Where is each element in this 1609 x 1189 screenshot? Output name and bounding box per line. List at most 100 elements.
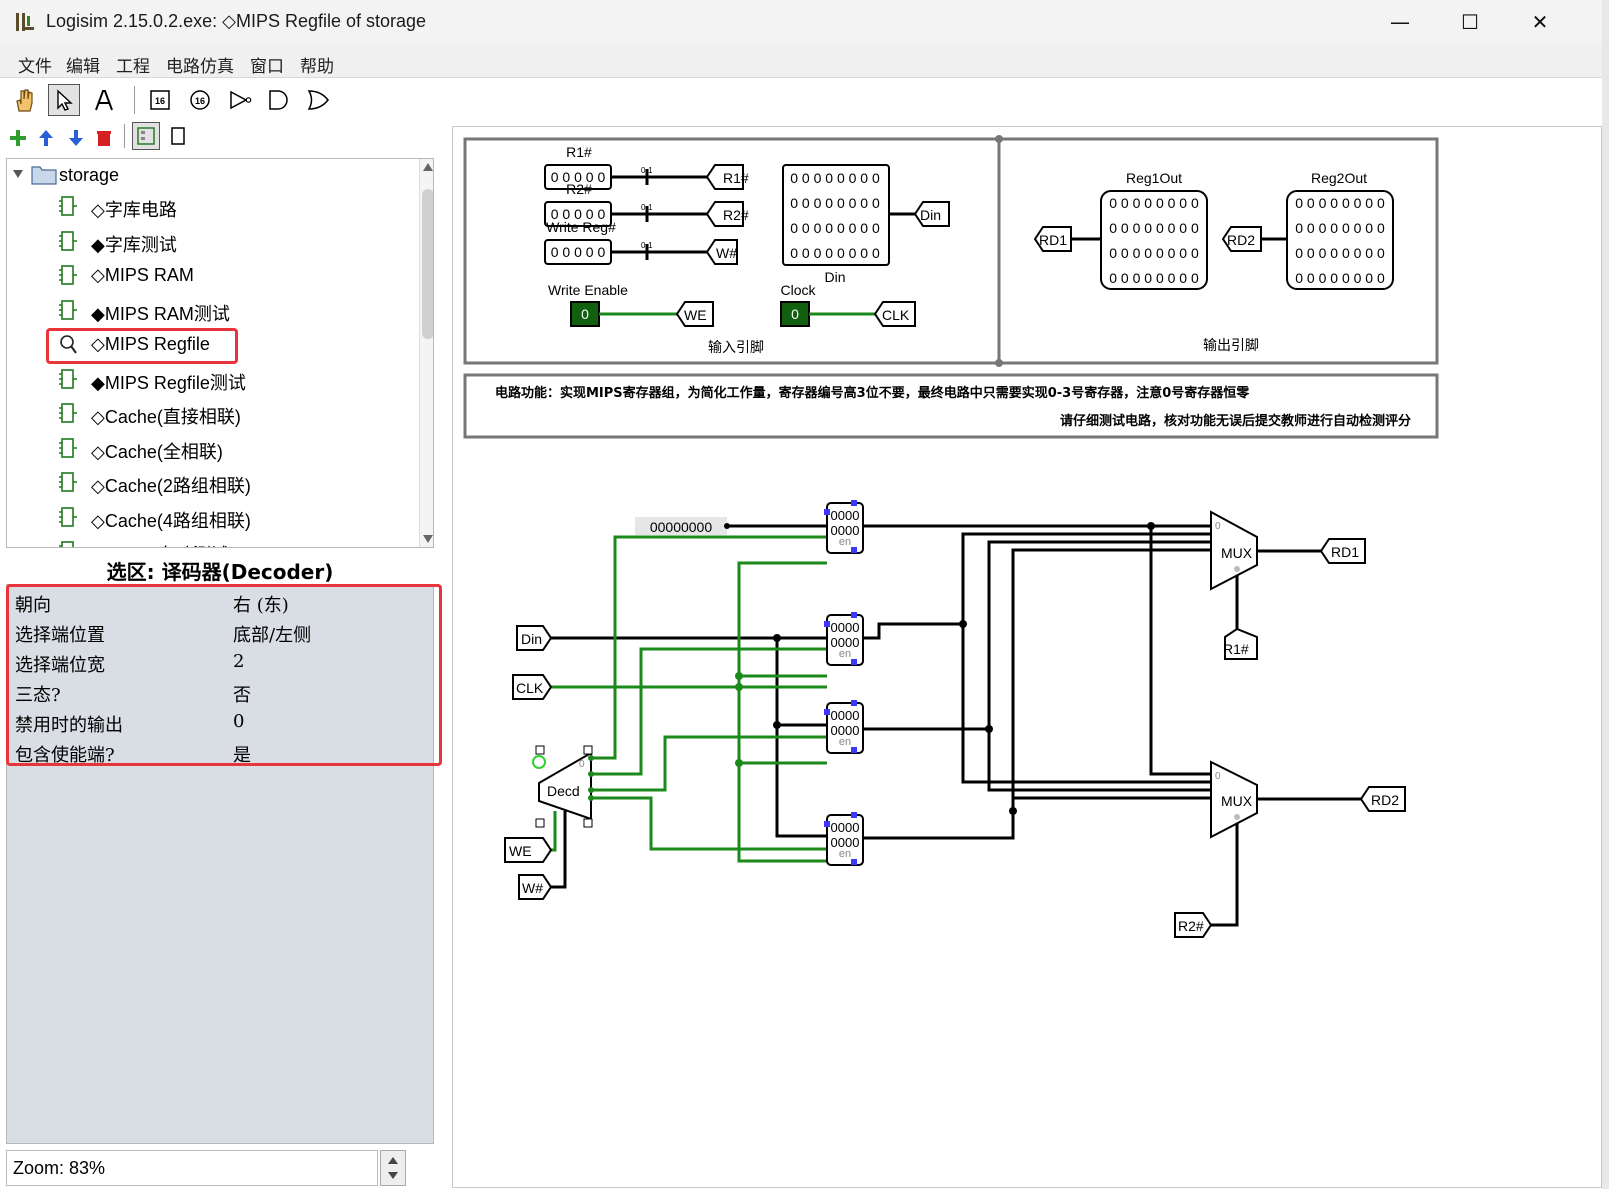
not-gate-icon[interactable] — [224, 84, 256, 116]
menu-edit[interactable]: 编辑 — [66, 52, 100, 77]
register-en-label: en — [839, 736, 851, 748]
we-tunnel-label: WE — [684, 307, 707, 323]
mux-zero-label: 0 — [1215, 521, 1221, 532]
collapse-arrow-icon[interactable] — [11, 167, 25, 181]
menu-help[interactable]: 帮助 — [300, 52, 334, 77]
w-tunnel-label: W# — [716, 245, 737, 261]
scroll-down-icon[interactable] — [422, 533, 434, 545]
tree-item-label: ◇Cache(4路组相联) — [91, 510, 251, 531]
probe-16-icon[interactable]: 16 — [184, 84, 216, 116]
circuit-icon — [59, 403, 77, 423]
reg1-bits-row: 0 0 0 0 0 0 0 0 — [1109, 195, 1199, 211]
output-pins-title: 输出引脚 — [1203, 337, 1259, 353]
circuit-diagram[interactable]: 输入引脚 输出引脚 R1# 0 0 0 0 0 0-1 R1# R2# 0 0 … — [453, 127, 1603, 1189]
reg2-bits-row: 0 0 0 0 0 0 0 0 — [1295, 195, 1385, 211]
green-wires — [551, 535, 827, 863]
w-pin-bits: 0 0 0 0 0 — [551, 244, 606, 260]
tree-item-label: ◆MIPS Regfile测试 — [91, 372, 246, 393]
r1-pin-label: R1# — [566, 144, 592, 160]
circuit-icon — [59, 265, 77, 285]
and-gate-icon[interactable] — [262, 84, 294, 116]
reg2-out-label: Reg2Out — [1311, 170, 1367, 186]
clk-tunnel-label: CLK — [882, 307, 910, 323]
scroll-thumb[interactable] — [422, 189, 433, 339]
circuit-icon — [59, 299, 77, 320]
tree-item-label: ◆字库测试 — [91, 234, 177, 255]
circuit-icon — [59, 506, 77, 527]
r2-pin-label: R2# — [566, 181, 592, 197]
r2-main-tunnel-label: R2# — [1178, 918, 1204, 934]
circuit-icon — [59, 196, 77, 216]
text-icon[interactable] — [88, 84, 120, 116]
tree-scrollbar[interactable] — [419, 159, 434, 547]
tree-item-label: ◇字库电路 — [91, 200, 177, 220]
tree-item[interactable]: ◇Cache(4路组相联) — [7, 503, 417, 533]
mux-zero-label: 0 — [1215, 771, 1221, 782]
toolbox-view-icon[interactable] — [132, 122, 160, 150]
svg-text:16: 16 — [195, 96, 205, 106]
zoom-down-icon[interactable] — [388, 1172, 398, 1179]
tree-item-label: ◇Cache(2路组相联) — [91, 476, 251, 496]
zoom-spinner[interactable] — [380, 1150, 406, 1186]
din-bits-row: 0 0 0 0 0 0 0 0 — [790, 170, 880, 186]
clk-main-tunnel-label: CLK — [516, 680, 544, 696]
pointer-icon[interactable] — [48, 84, 80, 116]
tree-item[interactable]: ◆Cache自动测试 — [7, 537, 417, 547]
circuit-canvas[interactable]: 输入引脚 输出引脚 R1# 0 0 0 0 0 0-1 R1# R2# 0 0 … — [452, 126, 1602, 1188]
register-1[interactable]: 0000 0000 en — [824, 612, 864, 666]
maximize-button[interactable]: ☐ — [1435, 0, 1505, 44]
tree-item[interactable]: ◆MIPS RAM测试 — [7, 296, 417, 326]
din-bits-row: 0 0 0 0 0 0 0 0 — [790, 245, 880, 261]
zoom-up-icon[interactable] — [388, 1157, 398, 1164]
reg1-out-label: Reg1Out — [1126, 170, 1182, 186]
close-button[interactable]: ✕ — [1505, 0, 1575, 44]
tree-item[interactable]: ◇字库电路 — [7, 192, 417, 222]
simulation-view-icon[interactable] — [164, 122, 192, 150]
constant-value: 00000000 — [650, 519, 713, 535]
register-value: 0000 — [831, 508, 860, 523]
register-3[interactable]: 0000 0000 en — [824, 812, 864, 866]
rd2-out-tunnel-label: RD2 — [1227, 232, 1255, 248]
notes-line2: 请仔细测试电路，核对功能无误后提交教师进行自动检测评分 — [1060, 413, 1411, 429]
din-tunnel-label: Din — [920, 207, 941, 223]
tree-item-label: ◆MIPS RAM测试 — [91, 303, 230, 324]
tree-item[interactable]: ◇Cache(全相联) — [7, 434, 417, 464]
menu-window[interactable]: 窗口 — [250, 52, 284, 77]
register-en-label: en — [839, 536, 851, 548]
minimize-button[interactable]: — — [1365, 0, 1435, 44]
tree-root-label: storage — [59, 165, 120, 185]
tree-item[interactable]: ◇MIPS RAM — [7, 261, 417, 291]
circuit-icon — [59, 368, 77, 389]
circuit-icon — [59, 472, 77, 492]
tree-highlight-box — [46, 328, 238, 364]
tree-item[interactable]: ◆字库测试 — [7, 227, 417, 257]
tree-root-storage[interactable]: storage — [7, 161, 417, 191]
menu-simulate[interactable]: 电路仿真 — [166, 52, 234, 77]
menu-file[interactable]: 文件 — [18, 52, 52, 77]
register-2[interactable]: 0000 0000 en — [824, 700, 864, 754]
circuit-icon — [59, 437, 77, 458]
tree-item[interactable]: ◇Cache(2路组相联) — [7, 468, 417, 498]
pin-16-icon[interactable]: 16 — [144, 84, 176, 116]
tree-item[interactable]: ◆MIPS Regfile测试 — [7, 365, 417, 395]
move-up-icon[interactable] — [30, 122, 62, 154]
hand-icon[interactable] — [8, 84, 40, 116]
scroll-up-icon[interactable] — [422, 161, 434, 173]
r1-main-tunnel-label: R1# — [1223, 641, 1249, 657]
title-bar: Logisim 2.15.0.2.exe: ◇MIPS Regfile of s… — [0, 0, 1609, 44]
project-toolbar — [0, 122, 445, 152]
register-0[interactable]: 0000 0000 en — [824, 500, 864, 554]
mux-rd2[interactable]: MUX 0 — [1210, 760, 1258, 839]
register-value: 0000 — [831, 708, 860, 723]
rd1-out-tunnel-label: RD1 — [1039, 232, 1067, 248]
delete-icon[interactable] — [88, 122, 120, 154]
w-pin-label: Write Reg# — [546, 219, 616, 235]
r2-splitter-label: 0-1 — [641, 203, 653, 212]
mux-rd1[interactable]: MUX 0 — [1210, 510, 1258, 591]
logisim-app-icon — [16, 13, 34, 31]
zoom-field[interactable]: Zoom: 83% — [6, 1150, 378, 1186]
menu-project[interactable]: 工程 — [116, 52, 150, 77]
or-gate-icon[interactable] — [302, 84, 334, 116]
decoder-zero-label: 0 — [579, 759, 585, 770]
tree-item[interactable]: ◇Cache(直接相联) — [7, 399, 417, 429]
